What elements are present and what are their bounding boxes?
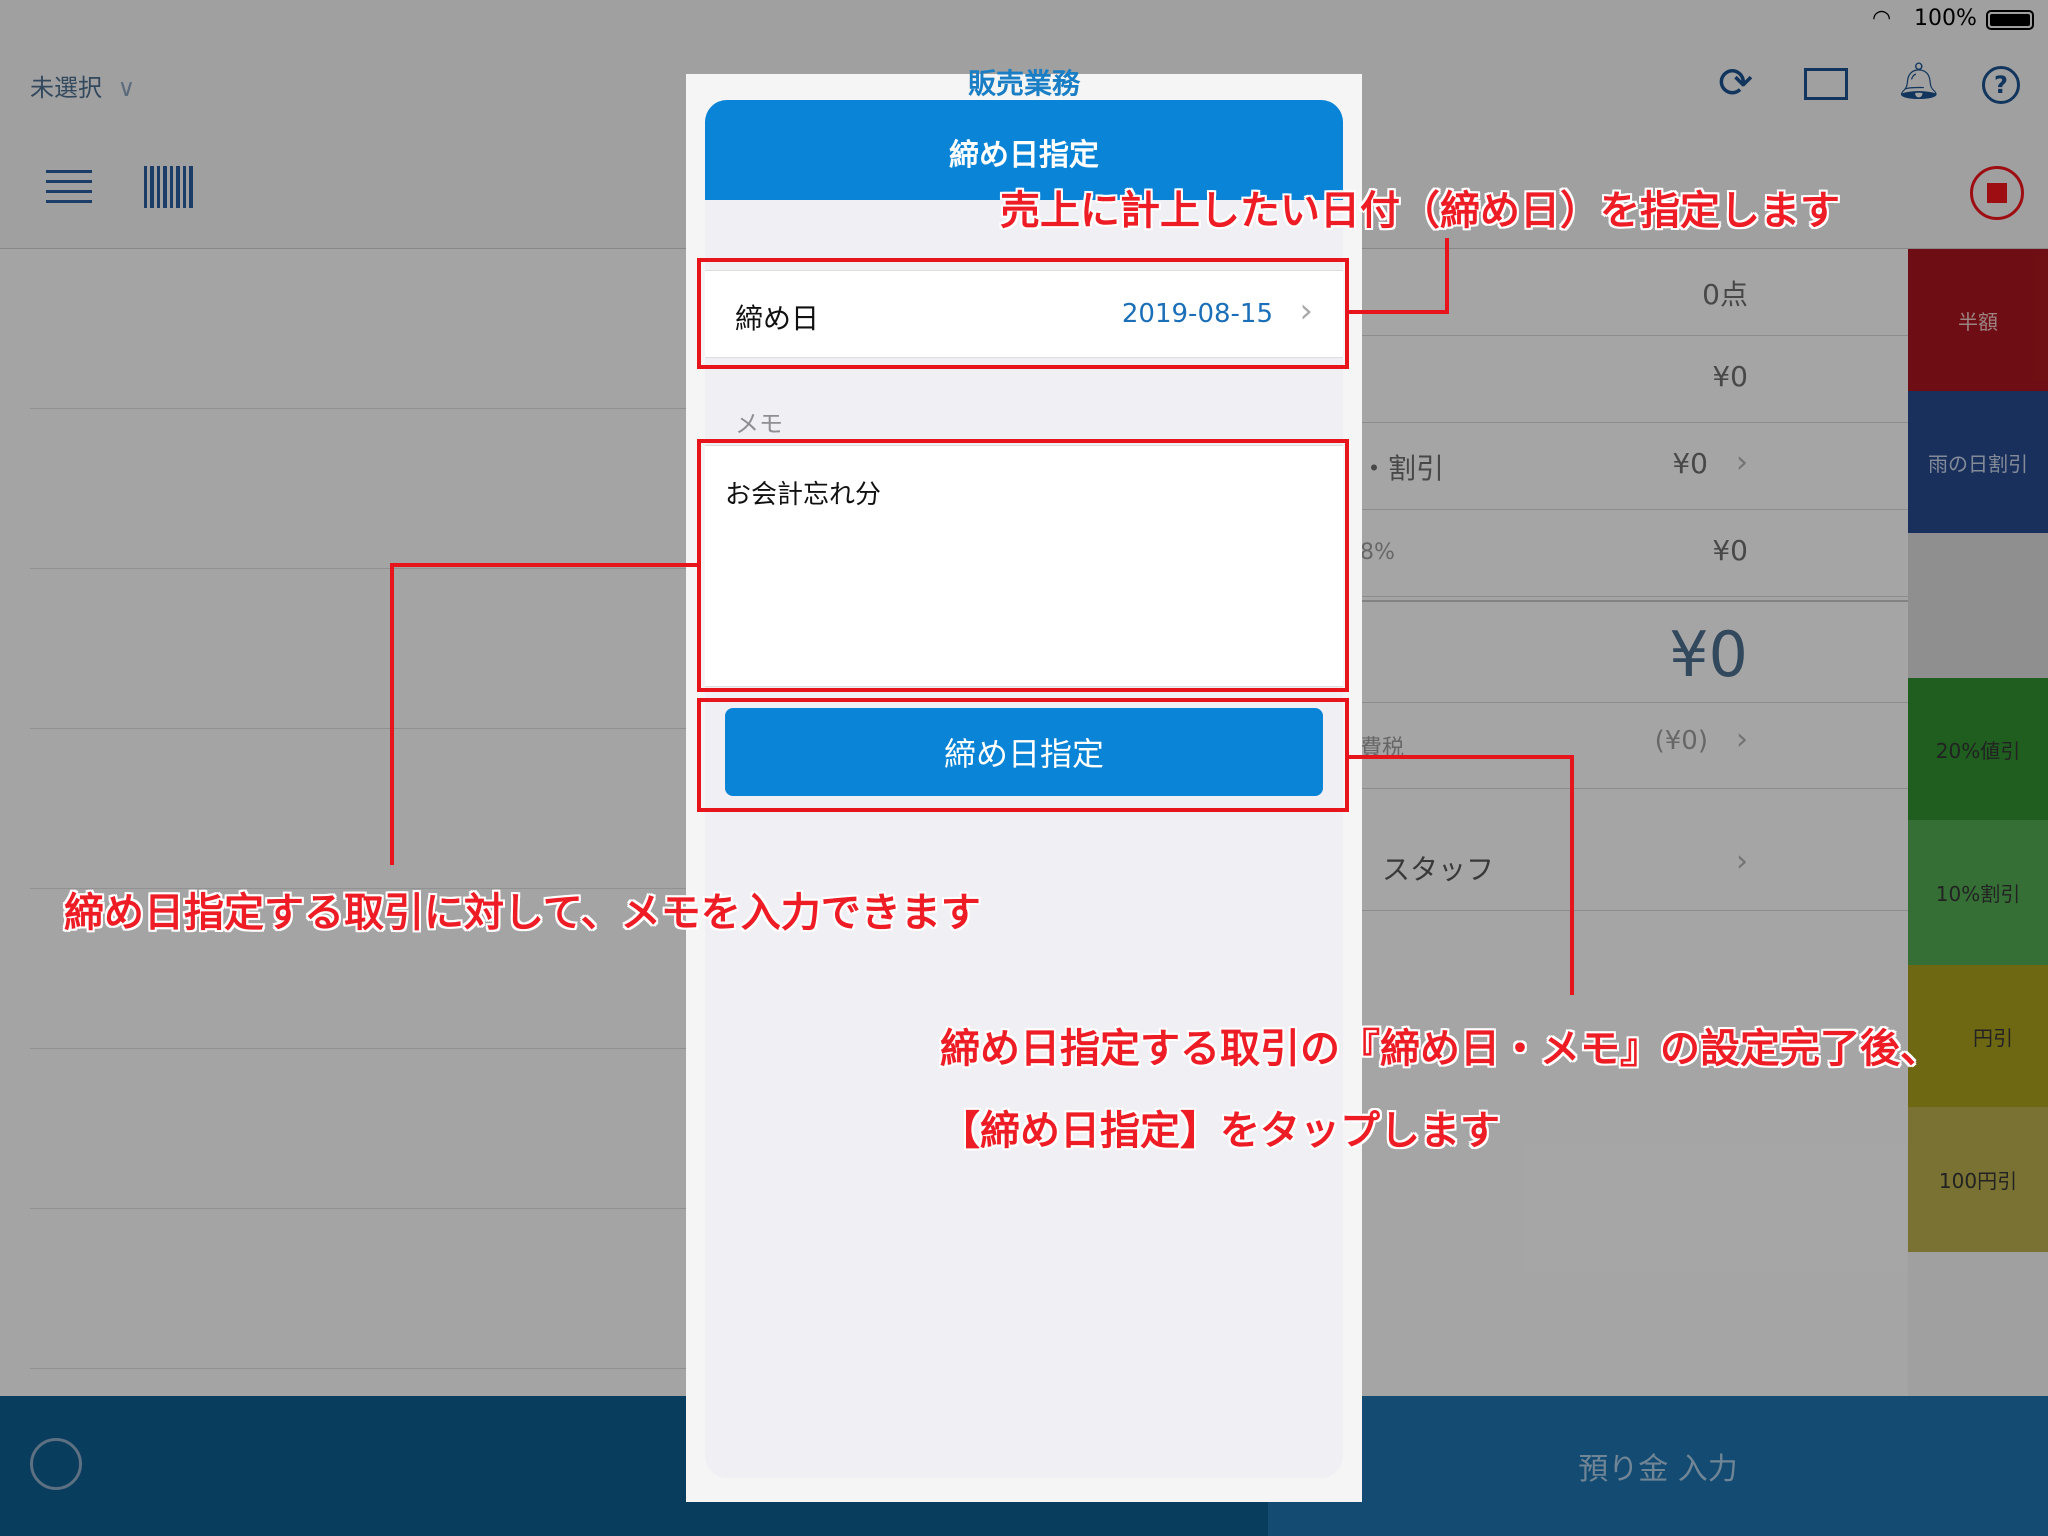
connector-line [1349,310,1449,314]
memo-label: メモ [735,410,783,438]
annotation-button-line2: 【締め日指定】をタップします [940,1108,1500,1154]
highlight-date-row [697,258,1349,369]
annotation-date: 売上に計上したい日付（締め日）を指定します [1000,188,1840,234]
connector-line [1349,755,1574,759]
annotation-button-line1: 締め日指定する取引の『締め日・メモ』の設定完了後、 [940,1026,1940,1072]
sheet-title: 販売業務 [967,67,1080,100]
modal-title: 締め日指定 [949,138,1099,173]
annotation-memo: 締め日指定する取引に対して、メモを入力できます [64,890,981,936]
connector-line [390,563,697,567]
connector-line [390,563,394,865]
highlight-memo [697,439,1349,692]
connector-line [1445,238,1449,314]
highlight-button [697,698,1349,812]
connector-line [1570,755,1574,995]
